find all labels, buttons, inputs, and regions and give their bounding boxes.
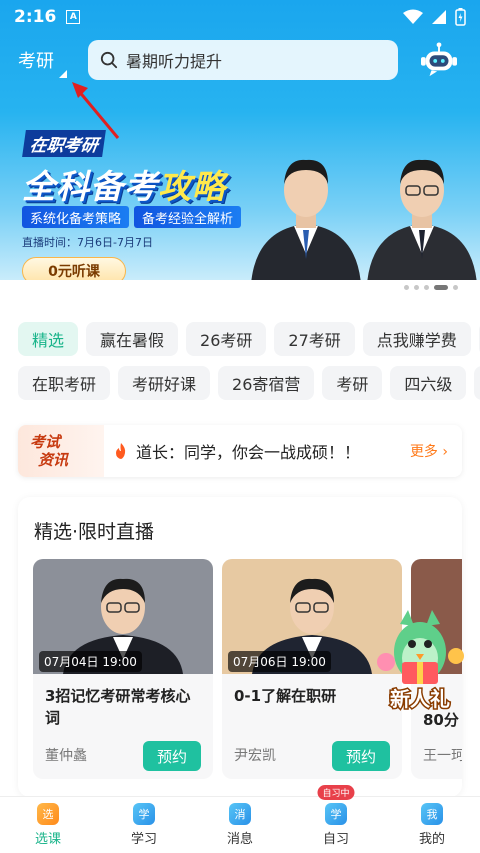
news-headline: 道长：同学，你会一战成硕！！ — [136, 443, 361, 462]
live-date: 07月04日 19:00 — [39, 651, 142, 672]
banner-page-indicator — [404, 285, 458, 290]
tag-earn-tuition[interactable]: 点我赚学费 — [362, 322, 471, 356]
tag-featured[interactable]: 精选 — [18, 322, 79, 356]
nav-messages[interactable]: 消 消息 — [192, 797, 288, 853]
live-card[interactable]: 07月04日 19:00 3招记忆考研常考核心词 董仲蠡 预约 — [33, 559, 213, 779]
nav-label: 消息 — [226, 832, 253, 847]
fire-icon — [116, 443, 126, 459]
teacher-photo-2 — [367, 159, 477, 280]
tag-27-exam[interactable]: 27考研 — [274, 322, 355, 356]
tag-row-2: 在职考研 考研好课 26寄宿营 考研 四六级 — [18, 366, 480, 400]
live-title: 3招记忆考研常考核心词 — [45, 687, 191, 727]
nav-label: 我的 — [418, 832, 445, 847]
tag-postgrad[interactable]: 考研 — [322, 366, 383, 400]
banner-title: 全科备考攻略 — [22, 167, 226, 206]
status-icons — [403, 8, 466, 26]
svg-text:新人礼: 新人礼 — [390, 687, 450, 711]
nav-self-study[interactable]: 自习中 学 自习 — [288, 785, 384, 853]
study-icon: 学 — [133, 803, 155, 825]
tag-boarding-camp[interactable]: 26寄宿营 — [218, 366, 315, 400]
category-tags: 精选 赢在暑假 26考研 27考研 点我赚学费 在职考研 考研好课 26寄宿营 … — [18, 322, 480, 410]
banner-tag-experience: 备考经验全解析 — [134, 206, 242, 228]
course-icon: 选 — [37, 803, 59, 825]
exam-news-logo: 考试 资讯 — [18, 425, 104, 477]
new-user-gift-icon[interactable]: 新人礼 — [372, 600, 468, 718]
nav-select-course[interactable]: 选 选课 — [0, 797, 96, 853]
reserve-button[interactable]: 预约 — [143, 741, 201, 771]
wifi-icon — [403, 9, 423, 24]
city-label: 考研 — [18, 51, 54, 72]
signal-icon — [432, 10, 446, 24]
nav-profile[interactable]: 我 我的 — [384, 797, 480, 853]
indicator-dot — [404, 285, 409, 290]
indicator-dot — [424, 285, 429, 290]
reserve-button[interactable]: 预约 — [332, 741, 390, 771]
teacher-photo-1 — [251, 159, 361, 280]
status-bar: 2:16 A — [0, 0, 480, 34]
profile-icon: 我 — [421, 803, 443, 825]
tag-more-2[interactable] — [474, 366, 480, 400]
battery-icon — [455, 8, 466, 26]
free-listen-button[interactable]: 0元听课 — [22, 257, 126, 280]
status-time: 2:16 — [14, 7, 57, 27]
self-study-status-badge: 自习中 — [317, 785, 355, 800]
notification-icon: A — [66, 10, 81, 24]
live-date: 07月06日 19:00 — [228, 651, 331, 672]
message-icon: 消 — [229, 803, 251, 825]
self-study-icon: 学 — [325, 803, 347, 825]
indicator-dot — [414, 285, 419, 290]
exam-news-strip[interactable]: 考试 资讯 道长：同学，你会一战成硕！！ 更多 › — [18, 425, 462, 477]
customer-service-robot-icon[interactable] — [420, 42, 458, 78]
banner-tag-strategy: 系统化备考策略 — [22, 206, 130, 228]
nav-label: 自习 — [322, 832, 349, 847]
teacher-name: 董仲蠡 — [45, 748, 87, 764]
tag-summer[interactable]: 赢在暑假 — [86, 322, 179, 356]
tag-good-courses[interactable]: 考研好课 — [118, 366, 211, 400]
live-title: 0-1了解在职研 — [234, 687, 337, 705]
tag-26-exam[interactable]: 26考研 — [186, 322, 267, 356]
nav-label: 学习 — [130, 832, 157, 847]
indicator-dot-active — [434, 285, 448, 290]
more-news-link[interactable]: 更多 › — [410, 441, 448, 461]
nav-label: 选课 — [34, 832, 61, 847]
bottom-navigation: 选 选课 学 学习 消 消息 自习中 学 自习 我 我的 — [0, 785, 480, 853]
search-placeholder: 暑期听力提升 — [126, 52, 223, 71]
banner-date: 直播时间：7月6日-7月7日 — [22, 236, 153, 249]
search-bar[interactable]: 暑期听力提升 — [88, 40, 398, 80]
live-section-title: 精选·限时直播 — [34, 521, 155, 543]
tag-row-1: 精选 赢在暑假 26考研 27考研 点我赚学费 — [18, 322, 480, 356]
tag-cet[interactable]: 四六级 — [390, 366, 467, 400]
red-arrow-annotation — [72, 82, 120, 139]
teacher-name: 尹宏凯 — [234, 748, 276, 764]
teacher-name: 王一珂 — [423, 748, 462, 764]
search-icon — [100, 51, 118, 69]
nav-study[interactable]: 学 学习 — [96, 797, 192, 853]
indicator-dot — [453, 285, 458, 290]
tag-in-service[interactable]: 在职考研 — [18, 366, 111, 400]
